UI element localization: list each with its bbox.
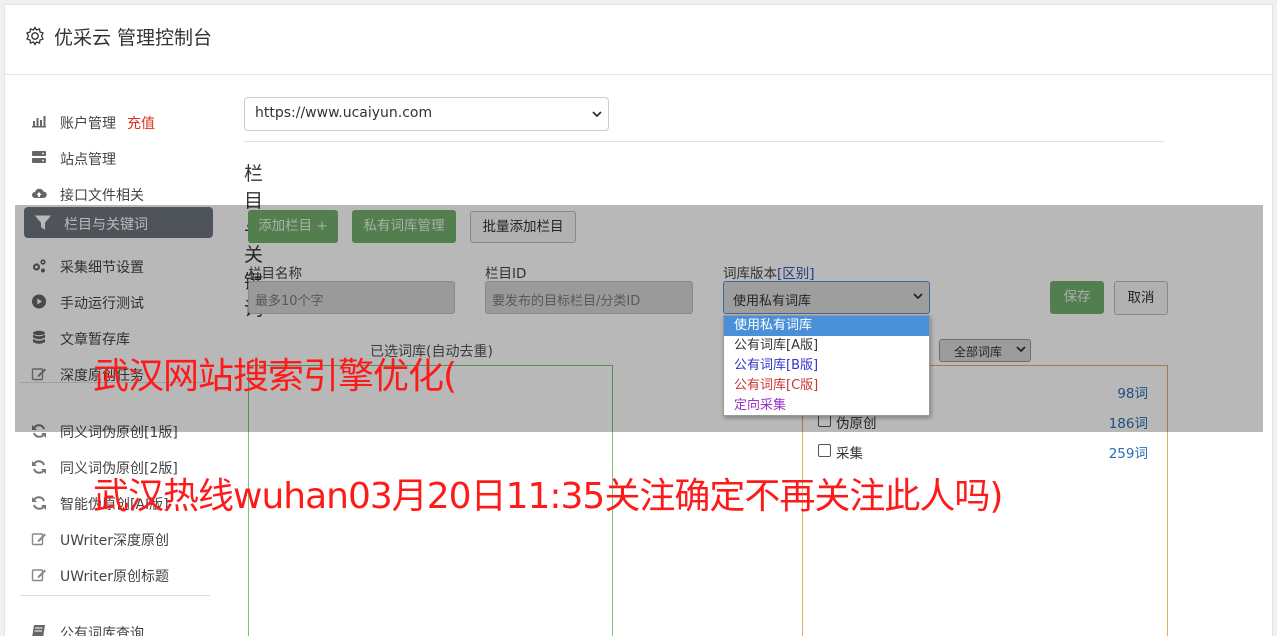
sidebar-item-label: UWriter深度原创 [60, 533, 169, 549]
sidebar-item[interactable]: 公有词库查询 [20, 616, 209, 636]
site-select-value: https://www.ucaiyun.com [255, 105, 433, 121]
sidebar-item[interactable]: 账户管理 充值 [20, 106, 209, 137]
recharge-link[interactable]: 充值 [127, 113, 155, 133]
sidebar-divider [20, 595, 210, 596]
sidebar-item[interactable]: UWriter深度原创 [20, 523, 209, 554]
gear-icon [26, 26, 44, 46]
watermark-line-1: 武汉网站搜索引擎优化( [93, 356, 457, 397]
server-icon [32, 151, 46, 163]
edit-icon [31, 569, 46, 582]
dropdown-option[interactable]: 公有词库[C版] [724, 376, 929, 396]
divider [244, 141, 1164, 142]
sidebar-item[interactable]: 站点管理 [20, 142, 209, 173]
sidebar-item[interactable]: UWriter原创标题 [20, 559, 209, 590]
bar-chart-icon [32, 116, 46, 128]
checkbox[interactable] [818, 444, 831, 457]
page-title: 优采云 管理控制台 [54, 27, 213, 49]
book-icon [32, 625, 45, 636]
chevron-down-icon [592, 111, 602, 118]
edit-icon [31, 533, 46, 546]
cloud-upload-icon [32, 188, 47, 198]
dropdown-option[interactable]: 公有词库[B版] [724, 356, 929, 376]
sidebar-item-label: 账户管理 [60, 116, 116, 132]
refresh-icon [32, 460, 46, 474]
refresh-icon [32, 496, 46, 510]
sidebar-item-label: 站点管理 [60, 152, 116, 168]
sidebar-item-label: UWriter原创标题 [60, 569, 169, 585]
lib-version-dropdown: 使用私有词库 公有词库[A版] 公有词库[B版] 公有词库[C版] 定向采集 [723, 315, 930, 416]
header: 优采云 管理控制台 [5, 5, 1272, 75]
lib-row[interactable]: 采集 259词 [818, 441, 1148, 462]
watermark-line-2: 武汉热线wuhan03月20日11:35关注确定不再关注此人吗) [93, 476, 1003, 517]
dropdown-option[interactable]: 公有词库[A版] [724, 336, 929, 356]
sidebar-item-label: 公有词库查询 [60, 626, 144, 636]
dropdown-option[interactable]: 使用私有词库 [724, 316, 929, 336]
dropdown-option[interactable]: 定向采集 [724, 396, 929, 416]
sidebar-item-label: 接口文件相关 [60, 188, 144, 204]
site-select[interactable]: https://www.ucaiyun.com [244, 97, 609, 131]
